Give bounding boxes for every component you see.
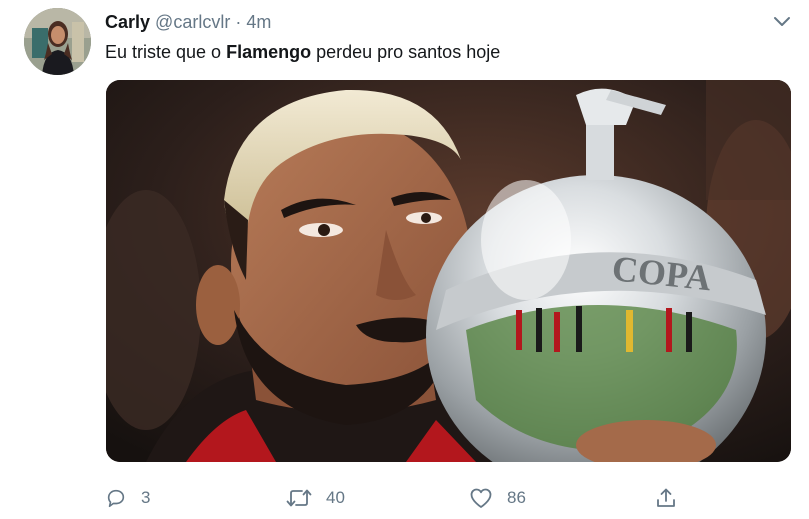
- like-count: 86: [507, 488, 526, 507]
- author-name[interactable]: Carly: [105, 12, 150, 32]
- separator-dot: ·: [235, 12, 242, 32]
- chevron-down-icon: [774, 17, 790, 26]
- retweet-count: 40: [326, 488, 345, 507]
- timestamp[interactable]: 4m: [246, 12, 271, 32]
- avatar[interactable]: [24, 8, 91, 75]
- author-handle[interactable]: @carlcvlr: [155, 12, 230, 32]
- share-upload-icon: [657, 488, 675, 507]
- tweet-actions: 3 40 86: [105, 484, 705, 512]
- tweet-text-part: Eu triste que o: [105, 42, 227, 62]
- heart-icon: [470, 488, 492, 508]
- speech-bubble-icon: [107, 489, 125, 508]
- retweet-button[interactable]: 40: [286, 484, 345, 512]
- reply-count: 3: [141, 488, 151, 507]
- tweet-header: Carly @carlcvlr · 4m: [105, 11, 271, 33]
- like-button[interactable]: 86: [469, 484, 526, 512]
- tweet-text: Eu triste que o Flamengo perdeu pro sant…: [105, 41, 500, 63]
- share-button[interactable]: [655, 484, 677, 512]
- more-menu-button[interactable]: [772, 14, 792, 30]
- tweet-text-highlight: Flamengo: [226, 42, 312, 62]
- tweet-text-part: perdeu pro santos hoje: [311, 42, 501, 62]
- tweet-card: Carly @carlcvlr · 4m Eu triste que o Fla…: [0, 0, 809, 519]
- reply-button[interactable]: 3: [105, 484, 150, 512]
- retweet-arrows-icon: [286, 489, 312, 507]
- tweet-photo[interactable]: COPA: [106, 80, 791, 462]
